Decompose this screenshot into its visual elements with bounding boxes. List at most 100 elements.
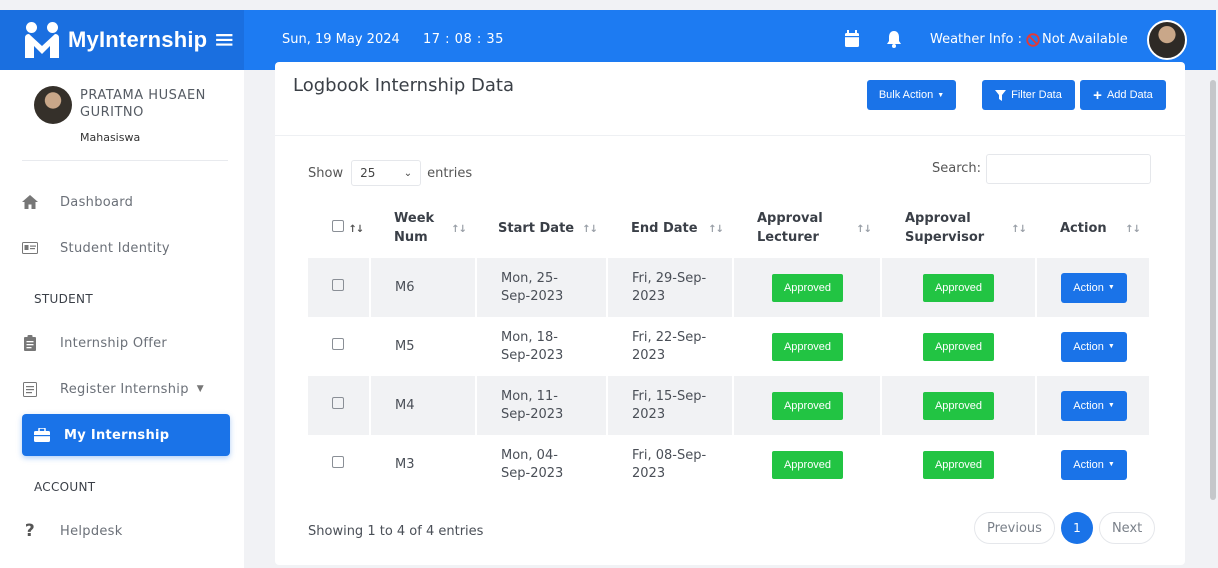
sidebar-item-label: Internship Offer <box>60 335 168 351</box>
page-1-button[interactable]: 1 <box>1060 512 1093 544</box>
calendar-icon[interactable] <box>844 30 860 48</box>
brand-logo-icon <box>22 20 62 60</box>
sort-icon: ↑↓ <box>856 224 872 235</box>
row-action-button[interactable]: Action ▼ <box>1061 331 1127 362</box>
chevron-down-icon: ⌄ <box>403 167 413 179</box>
week-cell: M4 <box>370 376 477 435</box>
sidebar-item-student-identity[interactable]: Student Identity <box>22 227 230 269</box>
table-row: M6 Mon, 25-Sep-2023 Fri, 29-Sep-2023 App… <box>308 258 1151 317</box>
th-label: Week Num <box>394 211 435 245</box>
profile-name: PRATAMA HUSAEN GURITNO <box>80 88 206 120</box>
action-cell: Action ▼ <box>1036 435 1151 494</box>
start-date-cell: Mon, 11-Sep-2023 <box>476 376 608 435</box>
logbook-card: Logbook Internship Data Bulk Action ▼ Fi… <box>275 62 1185 565</box>
th-approval-supervisor[interactable]: Approval Supervisor ↑↓ <box>881 198 1036 258</box>
sidebar-divider <box>22 160 228 161</box>
th-label: Approval Supervisor <box>905 211 985 245</box>
status-badge: Approved <box>923 273 994 302</box>
supervisor-approval-cell: Approved <box>881 435 1037 494</box>
table-row: M5 Mon, 18-Sep-2023 Fri, 22-Sep-2023 App… <box>308 317 1151 376</box>
th-week-num[interactable]: Week Num ↑↓ <box>370 198 476 258</box>
table-row: M3 Mon, 04-Sep-2023 Fri, 08-Sep-2023 App… <box>308 435 1151 494</box>
row-action-button[interactable]: Action ▼ <box>1061 390 1127 421</box>
scrollbar[interactable] <box>1210 80 1216 500</box>
profile-panel: PRATAMA HUSAEN GURITNO Mahasiswa <box>0 70 244 160</box>
bell-icon[interactable] <box>886 30 902 48</box>
sidebar-item-register-internship[interactable]: Register Internship ▼ <box>22 368 230 410</box>
next-page-button[interactable]: Next <box>1098 512 1156 544</box>
row-checkbox[interactable] <box>332 278 344 291</box>
card-header: Logbook Internship Data Bulk Action ▼ Fi… <box>275 62 1185 136</box>
pagination: Previous 1 Next <box>974 512 1156 544</box>
entries-info: Showing 1 to 4 of 4 entries <box>308 524 484 539</box>
search-input[interactable] <box>986 154 1151 184</box>
sort-icon: ↑↓ <box>451 224 467 235</box>
brand[interactable]: MyInternship ≡ <box>0 10 244 70</box>
status-badge: Approved <box>923 391 994 420</box>
th-label: Start Date <box>498 220 575 236</box>
action-cell: Action ▼ <box>1036 317 1151 376</box>
home-icon <box>22 194 38 210</box>
sort-icon: ↑↓ <box>1011 224 1027 235</box>
entries-length-control: Show 25 ⌄ entries <box>308 160 472 186</box>
sidebar: PRATAMA HUSAEN GURITNO Mahasiswa Dashboa… <box>0 70 244 568</box>
menu-toggle-icon[interactable]: ≡ <box>213 27 235 53</box>
plus-icon: + <box>1093 86 1102 104</box>
brand-name: MyInternship <box>68 27 208 52</box>
user-avatar[interactable] <box>1147 20 1187 60</box>
th-approval-lecturer[interactable]: Approval Lecturer ↑↓ <box>733 198 881 258</box>
row-select-cell <box>308 376 371 435</box>
sidebar-item-dashboard[interactable]: Dashboard <box>22 181 230 223</box>
previous-page-button[interactable]: Previous <box>974 512 1055 544</box>
row-checkbox[interactable] <box>332 396 344 409</box>
filter-icon <box>995 89 1007 101</box>
section-account: ACCOUNT <box>34 480 96 494</box>
supervisor-approval-cell: Approved <box>881 258 1037 317</box>
page-title: Logbook Internship Data <box>293 75 515 96</box>
select-all-header[interactable]: ↑↓ <box>308 198 370 258</box>
row-checkbox[interactable] <box>332 455 344 468</box>
logbook-table: ↑↓ Week Num ↑↓ Start Date ↑↓ End Date ↑↓… <box>308 198 1151 494</box>
profile-role: Mahasiswa <box>80 131 141 144</box>
row-action-button[interactable]: Action ▼ <box>1061 449 1127 480</box>
th-action[interactable]: Action ↑↓ <box>1036 198 1150 258</box>
current-time: 17 : 08 : 35 <box>423 32 504 47</box>
sort-icon: ↑↓ <box>708 224 724 235</box>
caret-down-icon: ▼ <box>1107 283 1115 291</box>
current-date: Sun, 19 May 2024 <box>282 32 400 47</box>
row-checkbox[interactable] <box>332 337 344 350</box>
lecturer-approval-cell: Approved <box>733 435 882 494</box>
row-action-button[interactable]: Action ▼ <box>1061 272 1127 303</box>
id-card-icon <box>22 240 38 256</box>
end-date-cell: Fri, 29-Sep-2023 <box>607 258 734 317</box>
profile-avatar <box>34 86 72 124</box>
th-start-date[interactable]: Start Date ↑↓ <box>476 198 607 258</box>
show-label: Show <box>308 165 344 181</box>
week-cell: M3 <box>370 435 477 494</box>
week-cell: M6 <box>370 258 477 317</box>
add-data-button[interactable]: + Add Data <box>1080 80 1166 110</box>
lecturer-approval-cell: Approved <box>733 376 882 435</box>
supervisor-approval-cell: Approved <box>881 317 1037 376</box>
status-badge: Approved <box>772 450 843 479</box>
row-select-cell <box>308 258 371 317</box>
sort-icon: ↑↓ <box>1125 224 1141 235</box>
th-end-date[interactable]: End Date ↑↓ <box>607 198 733 258</box>
caret-down-icon: ▼ <box>937 91 945 99</box>
select-all-checkbox[interactable] <box>332 220 344 232</box>
sidebar-item-internship-offer[interactable]: Internship Offer <box>22 322 230 364</box>
sidebar-item-helpdesk[interactable]: ? Helpdesk <box>22 510 230 552</box>
filter-data-button[interactable]: Filter Data <box>982 80 1075 110</box>
question-icon: ? <box>24 521 36 541</box>
sidebar-item-label: Register Internship <box>60 381 189 397</box>
bulk-action-button[interactable]: Bulk Action ▼ <box>867 80 956 110</box>
row-action-label: Action <box>1073 340 1104 353</box>
weather-info: Weather Info : Not Available <box>930 32 1128 47</box>
sidebar-item-my-internship[interactable]: My Internship <box>22 414 230 456</box>
ban-icon <box>1026 32 1040 47</box>
caret-down-icon: ▼ <box>1107 401 1115 409</box>
entries-select[interactable]: 25 ⌄ <box>351 160 422 186</box>
end-date-cell: Fri, 22-Sep-2023 <box>607 317 734 376</box>
lecturer-approval-cell: Approved <box>733 317 882 376</box>
sidebar-item-label: Dashboard <box>60 194 134 210</box>
